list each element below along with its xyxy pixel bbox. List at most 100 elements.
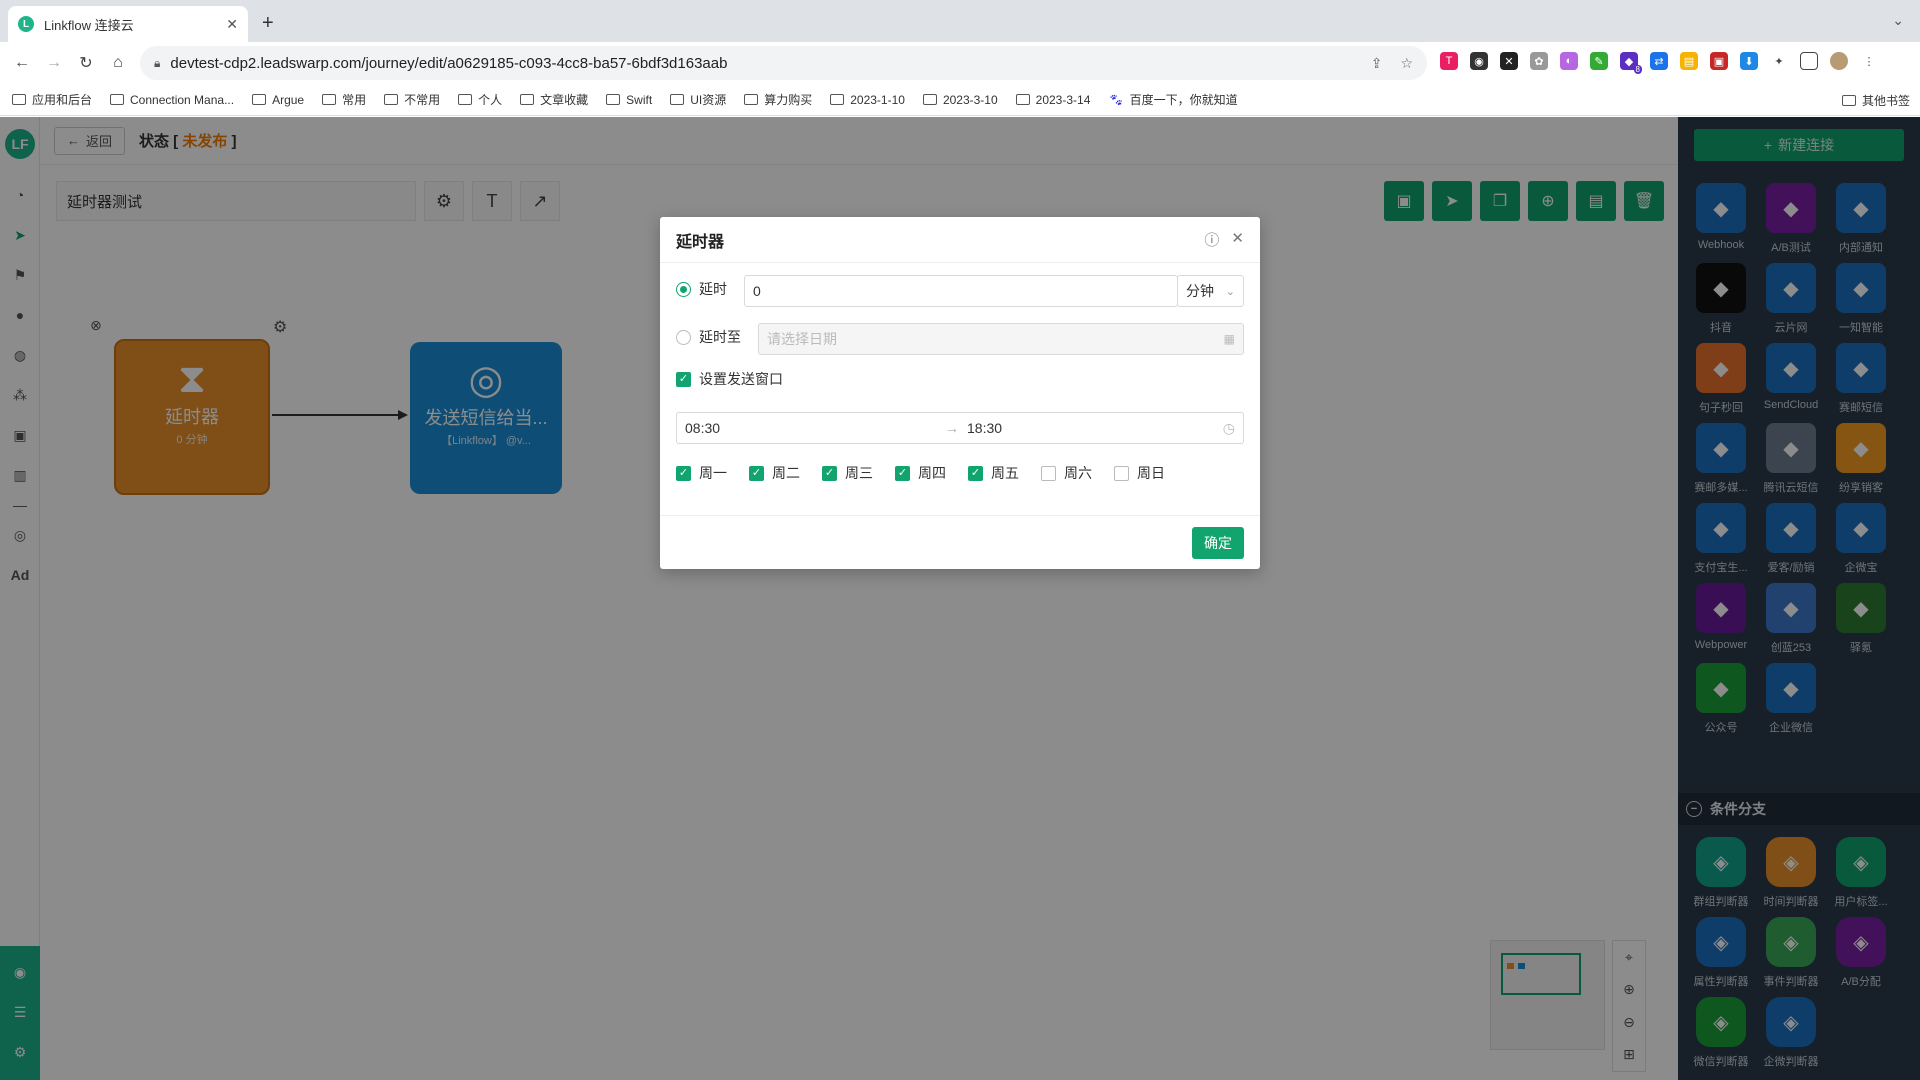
extension-reader-icon[interactable]: ▣: [1710, 52, 1728, 70]
folder-icon: [110, 94, 125, 105]
bookmark-folder[interactable]: 2023-3-14: [1015, 93, 1090, 107]
weekday-checkbox[interactable]: ✓: [676, 465, 691, 481]
bookmark-folder[interactable]: Connection Mana...: [110, 93, 234, 107]
delay-value-input[interactable]: 0: [744, 275, 1178, 307]
browser-menu-icon[interactable]: ⋮: [1860, 52, 1878, 70]
weekday-label: 周六: [1064, 465, 1092, 481]
bookmark-folder[interactable]: 不常用: [384, 91, 440, 108]
extension-cross-icon[interactable]: ✕: [1500, 52, 1518, 70]
weekday-option[interactable]: ✓ 周三: [822, 463, 873, 483]
home-icon[interactable]: ⌂: [102, 54, 134, 72]
bookmark-folder[interactable]: 应用和后台: [12, 91, 92, 108]
time-start: 08:30: [685, 420, 721, 436]
folder-icon: [830, 94, 845, 105]
weekday-option[interactable]: ✓ 周四: [895, 463, 946, 483]
delay-until-radio[interactable]: [676, 329, 691, 345]
extension-translate-icon[interactable]: T: [1440, 52, 1458, 70]
delay-row: 延时: [676, 279, 727, 299]
weekday-checkbox[interactable]: [1041, 465, 1056, 481]
delay-radio[interactable]: [676, 281, 691, 297]
time-end: 18:30: [967, 420, 1003, 436]
weekday-option[interactable]: ✓ 周五: [968, 463, 1019, 483]
confirm-button[interactable]: 确定: [1192, 527, 1244, 559]
browser-toolbar: ← → ↻ ⌂ 🔒︎ devtest-cdp2.leadswarp.com/jo…: [0, 42, 1920, 84]
browser-tab[interactable]: L Linkflow 连接云 ✕: [8, 6, 248, 42]
weekday-checkbox[interactable]: ✓: [749, 465, 764, 481]
bookmark-folder[interactable]: UI资源: [670, 91, 726, 108]
side-panel-icon[interactable]: [1800, 52, 1818, 70]
weekday-option[interactable]: ✓ 周一: [676, 463, 727, 483]
folder-icon: [520, 94, 535, 105]
bookmark-folder[interactable]: 个人: [458, 91, 502, 108]
profile-avatar-icon[interactable]: [1830, 52, 1848, 70]
delay-unit-select[interactable]: 分钟 ⌄: [1177, 275, 1244, 307]
weekday-option[interactable]: 周六: [1041, 463, 1092, 483]
baidu-paw-icon: 🐾︎: [1108, 92, 1124, 107]
lock-icon: 🔒︎: [154, 55, 161, 70]
weekday-checkbox[interactable]: ✓: [968, 465, 983, 481]
delay-until-row: 延时至: [676, 327, 741, 347]
weekday-label: 周日: [1137, 465, 1165, 481]
folder-icon: [322, 94, 337, 105]
time-range-picker[interactable]: 08:30 → 18:30 ◷: [676, 412, 1244, 444]
linkflow-favicon-icon: L: [18, 16, 34, 32]
address-bar[interactable]: 🔒︎ devtest-cdp2.leadswarp.com/journey/ed…: [140, 46, 1427, 80]
clock-icon: ◷: [1222, 419, 1235, 436]
forward-arrow-icon[interactable]: →: [38, 54, 70, 72]
folder-icon: [1015, 94, 1030, 105]
chevron-down-icon: ⌄: [1225, 285, 1235, 298]
weekday-checkbox[interactable]: ✓: [822, 465, 837, 481]
bookmark-folder[interactable]: Argue: [252, 93, 304, 107]
extension-badge-icon[interactable]: ◆ 8: [1620, 52, 1642, 74]
close-icon[interactable]: ✕: [1231, 229, 1244, 250]
bookmark-star-icon[interactable]: ☆: [1400, 55, 1413, 72]
weekday-label: 周二: [772, 465, 800, 481]
weekday-label: 周五: [991, 465, 1019, 481]
help-icon[interactable]: ⓘ: [1204, 229, 1219, 250]
folder-icon: [1841, 95, 1856, 106]
folder-icon: [252, 94, 267, 105]
date-picker-input[interactable]: 请选择日期 ▦: [758, 323, 1244, 355]
folder-icon: [458, 94, 473, 105]
folder-icon: [384, 94, 399, 105]
folder-icon: [606, 94, 621, 105]
weekday-label: 周一: [699, 465, 727, 481]
extension-openai-icon[interactable]: ✿: [1530, 52, 1548, 70]
weekday-row: ✓ 周一 ✓ 周二 ✓ 周三 ✓ 周四 ✓ 周五 周六 周日: [676, 463, 1187, 483]
extensions-puzzle-icon[interactable]: ✦: [1770, 52, 1788, 70]
modal-footer-divider: [660, 515, 1260, 516]
weekday-checkbox[interactable]: ✓: [895, 465, 910, 481]
reload-icon[interactable]: ↻: [70, 53, 102, 73]
bookmark-folder[interactable]: Swift: [606, 93, 652, 107]
new-tab-icon[interactable]: +: [262, 12, 274, 35]
send-window-checkbox[interactable]: ✓: [676, 371, 691, 387]
bookmark-folder[interactable]: 文章收藏: [520, 91, 588, 108]
bookmark-folder[interactable]: 2023-1-10: [830, 93, 905, 107]
weekday-checkbox[interactable]: [1114, 465, 1129, 481]
back-arrow-icon[interactable]: ←: [6, 54, 38, 72]
extension-pencil-icon[interactable]: ✎: [1590, 52, 1608, 70]
bookmarks-bar: 应用和后台 Connection Mana... Argue 常用 不常用 个人…: [0, 84, 1920, 116]
bookmark-folder[interactable]: 2023-3-10: [922, 93, 998, 107]
range-arrow-icon: →: [945, 420, 959, 436]
extension-ninja-icon[interactable]: ◉: [1470, 52, 1488, 70]
extension-badge-count: 8: [1633, 65, 1642, 74]
folder-icon: [670, 94, 685, 105]
weekday-option[interactable]: ✓ 周二: [749, 463, 800, 483]
other-bookmarks[interactable]: 其他书签: [1841, 92, 1910, 109]
weekday-label: 周四: [918, 465, 946, 481]
weekday-option[interactable]: 周日: [1114, 463, 1165, 483]
extension-download-icon[interactable]: ⬇: [1740, 52, 1758, 70]
bookmark-folder[interactable]: 算力购买: [744, 91, 812, 108]
calendar-icon: ▦: [1223, 332, 1235, 346]
send-window-row: ✓ 设置发送窗口: [676, 369, 783, 389]
extension-gradient-icon[interactable]: ◐: [1560, 52, 1578, 70]
extension-sync-icon[interactable]: ⇄: [1650, 52, 1668, 70]
bookmark-baidu[interactable]: 🐾︎ 百度一下，你就知道: [1108, 91, 1237, 108]
delay-modal: 延时器 ⓘ ✕ 延时 0 分钟 ⌄ 延时至 请选择日期 ▦ ✓ 设置发送窗口 0…: [660, 217, 1260, 569]
close-tab-icon[interactable]: ✕: [226, 16, 238, 33]
extension-note-icon[interactable]: ▤: [1680, 52, 1698, 70]
share-icon[interactable]: ⇪: [1371, 55, 1383, 72]
bookmark-folder[interactable]: 常用: [322, 91, 366, 108]
tab-search-chevron-icon[interactable]: ⌄: [1892, 12, 1904, 29]
